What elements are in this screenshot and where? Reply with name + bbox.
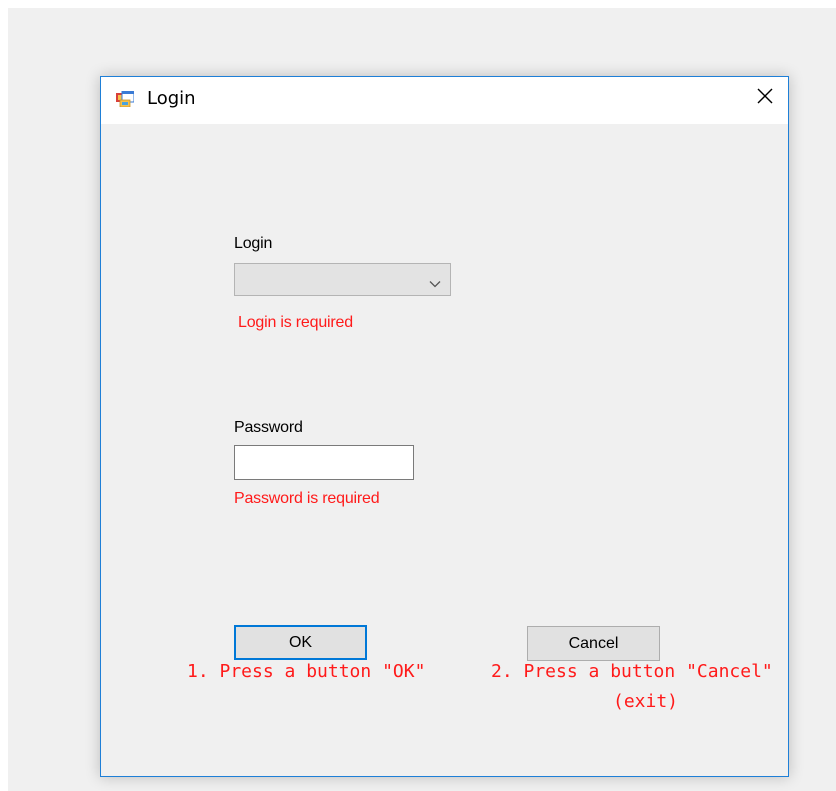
form-app-icon xyxy=(116,90,135,108)
ok-hint-annotation: 1. Press a button "OK" xyxy=(187,661,426,682)
close-button[interactable] xyxy=(742,77,788,117)
password-error-message: Password is required xyxy=(234,490,380,507)
login-label: Login xyxy=(234,235,273,252)
password-input[interactable] xyxy=(234,445,414,480)
login-error-message: Login is required xyxy=(238,314,353,331)
cancel-hint-subtext: (exit) xyxy=(613,691,679,712)
desktop-background: Login Login Login is required Password P… xyxy=(8,8,836,791)
ok-button[interactable]: OK xyxy=(234,625,367,660)
cancel-hint-annotation: 2. Press a button "Cancel" xyxy=(491,661,773,682)
password-label: Password xyxy=(234,419,303,436)
close-icon xyxy=(757,88,773,104)
window-title: Login xyxy=(147,88,196,109)
title-bar[interactable]: Login xyxy=(101,77,788,124)
chevron-down-icon xyxy=(429,275,441,293)
login-dialog: Login Login Login is required Password P… xyxy=(100,76,789,777)
cancel-button[interactable]: Cancel xyxy=(527,626,660,661)
login-combobox[interactable] xyxy=(234,263,451,296)
